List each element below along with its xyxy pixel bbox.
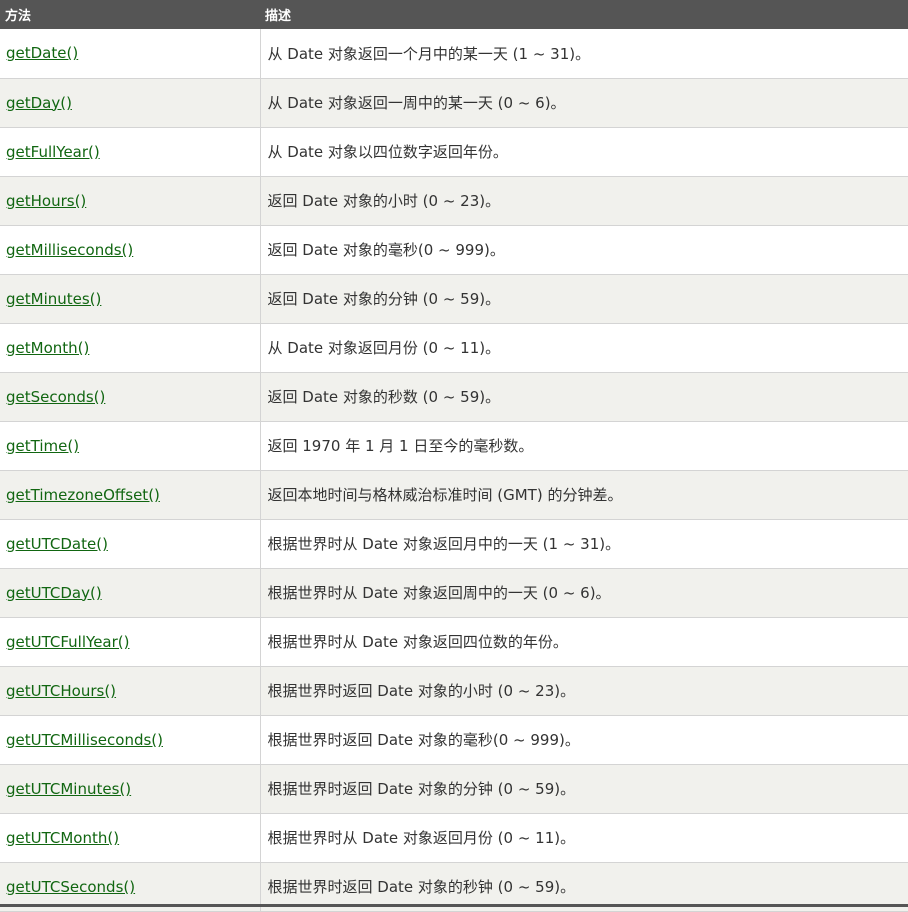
method-cell: getUTCMilliseconds() <box>0 715 261 765</box>
description-cell: 从 Date 对象返回一周中的某一天 (0 ~ 6)。 <box>260 78 908 128</box>
method-link[interactable]: getDay() <box>6 94 72 112</box>
method-cell: getFullYear() <box>0 127 261 177</box>
description-cell: 返回本地时间与格林威治标准时间 (GMT) 的分钟差。 <box>260 470 908 520</box>
description-cell: 返回 Date 对象的分钟 (0 ~ 59)。 <box>260 274 908 324</box>
method-link[interactable]: getUTCMinutes() <box>6 780 131 798</box>
reference-page: 方法 描述 getDate() 从 Date 对象返回一个月中的某一天 (1 ~… <box>0 0 908 912</box>
method-link[interactable]: getUTCSeconds() <box>6 878 135 896</box>
method-cell: getTimezoneOffset() <box>0 470 261 520</box>
method-cell: getMinutes() <box>0 274 261 324</box>
table-row: getSeconds() 返回 Date 对象的秒数 (0 ~ 59)。 <box>0 372 908 422</box>
description-cell: 从 Date 对象返回月份 (0 ~ 11)。 <box>260 323 908 373</box>
method-link[interactable]: getMonth() <box>6 339 89 357</box>
method-link[interactable]: getDate() <box>6 44 78 62</box>
method-cell: getSeconds() <box>0 372 261 422</box>
description-cell: 根据世界时返回 Date 对象的小时 (0 ~ 23)。 <box>260 666 908 716</box>
date-methods-table: 方法 描述 getDate() 从 Date 对象返回一个月中的某一天 (1 ~… <box>0 0 908 912</box>
description-cell: 根据世界时从 Date 对象返回四位数的年份。 <box>260 617 908 667</box>
method-link[interactable]: getUTCHours() <box>6 682 116 700</box>
table-row: getMinutes() 返回 Date 对象的分钟 (0 ~ 59)。 <box>0 274 908 324</box>
method-link[interactable]: getHours() <box>6 192 86 210</box>
table-row: getUTCMonth() 根据世界时从 Date 对象返回月份 (0 ~ 11… <box>0 813 908 863</box>
table-row: getMonth() 从 Date 对象返回月份 (0 ~ 11)。 <box>0 323 908 373</box>
description-cell: 根据世界时返回 Date 对象的毫秒(0 ~ 999)。 <box>260 715 908 765</box>
method-cell: getUTCFullYear() <box>0 617 261 667</box>
method-link[interactable]: getMinutes() <box>6 290 101 308</box>
method-link[interactable]: getUTCFullYear() <box>6 633 129 651</box>
table-row: getTimezoneOffset() 返回本地时间与格林威治标准时间 (GMT… <box>0 470 908 520</box>
table-row: getFullYear() 从 Date 对象以四位数字返回年份。 <box>0 127 908 177</box>
method-cell: getUTCMinutes() <box>0 764 261 814</box>
method-link[interactable]: getFullYear() <box>6 143 100 161</box>
method-link[interactable]: getSeconds() <box>6 388 105 406</box>
method-cell: getUTCHours() <box>0 666 261 716</box>
method-link[interactable]: getUTCDate() <box>6 535 108 553</box>
table-body: getDate() 从 Date 对象返回一个月中的某一天 (1 ~ 31)。 … <box>0 29 908 912</box>
description-cell: 从 Date 对象以四位数字返回年份。 <box>260 127 908 177</box>
method-cell: getDay() <box>0 78 261 128</box>
method-cell: getUTCDay() <box>0 568 261 618</box>
description-cell: 返回 Date 对象的毫秒(0 ~ 999)。 <box>260 225 908 275</box>
method-cell: getTime() <box>0 421 261 471</box>
description-cell: 根据世界时返回 Date 对象的分钟 (0 ~ 59)。 <box>260 764 908 814</box>
table-row: getTime() 返回 1970 年 1 月 1 日至今的毫秒数。 <box>0 421 908 471</box>
description-cell: 根据世界时从 Date 对象返回月份 (0 ~ 11)。 <box>260 813 908 863</box>
method-cell: getMilliseconds() <box>0 225 261 275</box>
table-row: getDay() 从 Date 对象返回一周中的某一天 (0 ~ 6)。 <box>0 78 908 128</box>
method-link[interactable]: getTime() <box>6 437 79 455</box>
description-cell: 从 Date 对象返回一个月中的某一天 (1 ~ 31)。 <box>260 29 908 79</box>
method-cell: getUTCDate() <box>0 519 261 569</box>
method-link[interactable]: getMilliseconds() <box>6 241 133 259</box>
table-row: getMilliseconds() 返回 Date 对象的毫秒(0 ~ 999)… <box>0 225 908 275</box>
description-cell: 返回 Date 对象的小时 (0 ~ 23)。 <box>260 176 908 226</box>
table-row: getUTCFullYear() 根据世界时从 Date 对象返回四位数的年份。 <box>0 617 908 667</box>
header-method: 方法 <box>0 0 260 29</box>
method-link[interactable]: getUTCMonth() <box>6 829 119 847</box>
description-cell: 根据世界时从 Date 对象返回周中的一天 (0 ~ 6)。 <box>260 568 908 618</box>
method-link[interactable]: getUTCDay() <box>6 584 102 602</box>
description-cell: 返回 Date 对象的秒数 (0 ~ 59)。 <box>260 372 908 422</box>
method-cell: getUTCMonth() <box>0 813 261 863</box>
header-row: 方法 描述 <box>0 0 908 29</box>
method-link[interactable]: getUTCMilliseconds() <box>6 731 163 749</box>
table-row: getDate() 从 Date 对象返回一个月中的某一天 (1 ~ 31)。 <box>0 29 908 79</box>
table-header: 方法 描述 <box>0 0 908 29</box>
table-row: getHours() 返回 Date 对象的小时 (0 ~ 23)。 <box>0 176 908 226</box>
description-cell: 返回 1970 年 1 月 1 日至今的毫秒数。 <box>260 421 908 471</box>
table-row: getUTCHours() 根据世界时返回 Date 对象的小时 (0 ~ 23… <box>0 666 908 716</box>
method-cell: getDate() <box>0 29 261 79</box>
table-row: getUTCDate() 根据世界时从 Date 对象返回月中的一天 (1 ~ … <box>0 519 908 569</box>
table-row: getUTCMilliseconds() 根据世界时返回 Date 对象的毫秒(… <box>0 715 908 765</box>
method-cell: getHours() <box>0 176 261 226</box>
table-row: getUTCDay() 根据世界时从 Date 对象返回周中的一天 (0 ~ 6… <box>0 568 908 618</box>
table-row: getUTCMinutes() 根据世界时返回 Date 对象的分钟 (0 ~ … <box>0 764 908 814</box>
header-description: 描述 <box>260 0 908 29</box>
method-link[interactable]: getTimezoneOffset() <box>6 486 160 504</box>
description-cell: 根据世界时从 Date 对象返回月中的一天 (1 ~ 31)。 <box>260 519 908 569</box>
method-cell: getMonth() <box>0 323 261 373</box>
